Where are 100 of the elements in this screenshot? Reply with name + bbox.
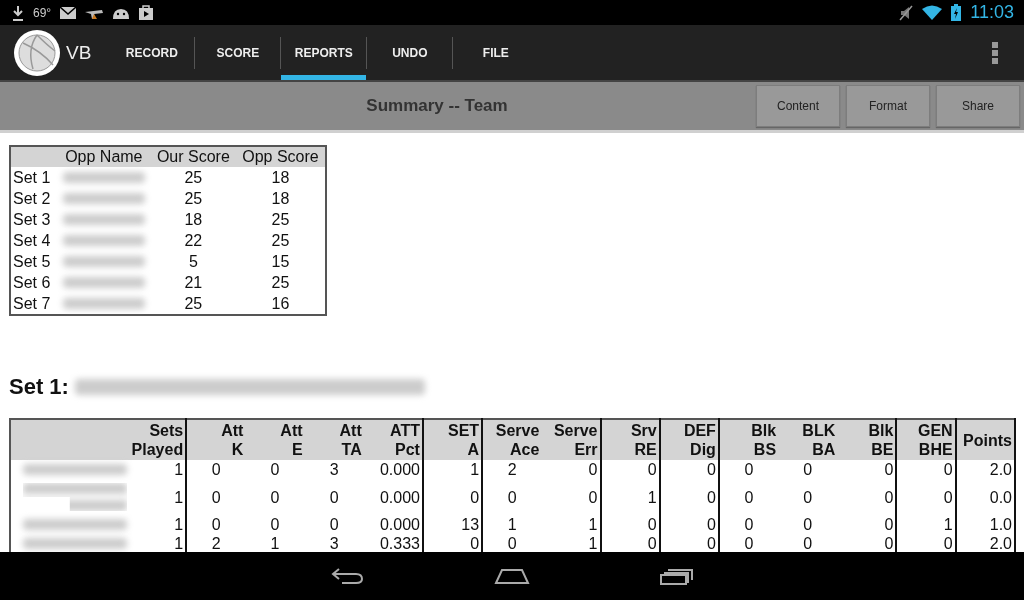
table-cell: 1 [127, 515, 187, 534]
table-cell: 2 [186, 534, 246, 552]
column-header: Att K [186, 419, 246, 460]
android-icon [112, 6, 131, 19]
table-cell: 1 [127, 460, 187, 479]
table-cell: Set 5 [10, 251, 57, 272]
tab[interactable]: RECORD [109, 25, 195, 80]
column-header: Serve Ace [482, 419, 542, 460]
table-cell-text: 0 [802, 487, 814, 508]
table-cell: 0 [837, 515, 897, 534]
column-header: Att E [245, 419, 305, 460]
table-cell-text: 18 [183, 210, 204, 230]
app-name: VB [66, 41, 92, 64]
tab[interactable]: UNDO [367, 25, 453, 80]
clock-time: 11:03 [970, 2, 1014, 23]
section-heading: Set 1: [9, 374, 69, 400]
table-cell: 15 [235, 251, 326, 272]
table-cell: 0 [896, 479, 956, 515]
column-header: SET A [422, 419, 483, 460]
table-cell: 0 [659, 515, 719, 534]
page-title: Summary -- Team [365, 96, 509, 116]
home-icon[interactable] [494, 567, 530, 585]
table-cell: 0 [541, 479, 601, 515]
table-cell: 0.000 [363, 479, 423, 515]
table-cell: 25 [235, 230, 326, 251]
column-header: Sets Played [127, 419, 187, 460]
column-header: DEF Dig [659, 419, 719, 460]
table-cell: 0 [659, 479, 719, 515]
table-cell-text: 0 [328, 515, 340, 534]
column-header: Blk BS [718, 419, 779, 460]
table-cell: 2 [482, 460, 542, 479]
recent-apps-icon[interactable] [660, 567, 694, 585]
table-cell: 13 [422, 515, 483, 534]
tab[interactable]: FILE [453, 25, 539, 80]
table-cell: 1 [127, 479, 187, 515]
back-icon[interactable] [330, 567, 364, 585]
table-cell: Set 1 [10, 167, 57, 188]
table-cell: 0 [718, 534, 779, 552]
column-header: Opp Name [56, 146, 151, 167]
table-cell: 0 [718, 460, 779, 479]
table-cell-text: 0 [269, 487, 281, 508]
table-cell: 0 [186, 479, 246, 515]
temperature-text: 69° [33, 5, 52, 20]
table-cell: 0 [896, 460, 956, 479]
table-cell: 0 [778, 460, 838, 479]
table-cell: 0 [186, 515, 246, 534]
table-cell: 1 [422, 460, 483, 479]
table-cell: 0 [186, 460, 246, 479]
table-cell: Set 2 [10, 188, 57, 209]
toolbar-button[interactable]: Content [756, 85, 840, 127]
table-cell: 25 [235, 209, 326, 230]
table-cell: 18 [235, 167, 326, 188]
table-cell: Set 4 [10, 230, 57, 251]
table-cell: 0 [482, 534, 542, 552]
table-cell: 0 [600, 515, 660, 534]
battery-icon [951, 4, 962, 21]
table-cell: 18 [235, 188, 326, 209]
table-cell-text: 0 [269, 515, 281, 534]
volleyball-icon [13, 28, 61, 77]
table-cell: 0 [541, 460, 601, 479]
mail-icon [60, 6, 77, 19]
table-cell: 0 [600, 460, 660, 479]
table-cell: 0.000 [363, 515, 423, 534]
table-cell: 0 [837, 479, 897, 515]
toolbar-button[interactable]: Format [846, 85, 930, 127]
toolbar-button[interactable]: Share [936, 85, 1020, 127]
table-cell: 0 [718, 479, 779, 515]
column-header: GEN BHE [896, 419, 956, 460]
shopping-bag-icon [139, 5, 154, 20]
table-cell: 1.0 [955, 515, 1015, 534]
table-cell: 0 [659, 460, 719, 479]
table-cell: 3 [304, 460, 364, 479]
column-header: ATT Pct [363, 419, 423, 460]
overflow-menu-icon[interactable] [992, 41, 998, 64]
table-cell-text: 0 [328, 487, 340, 508]
table-cell-text: 5 [187, 252, 199, 272]
table-cell: 0 [245, 460, 305, 479]
table-cell-text: 0 [802, 534, 814, 552]
table-cell: Set 3 [10, 209, 57, 230]
column-header: Att TA [304, 419, 364, 460]
table-cell-text: 22 [183, 231, 204, 251]
column-header: Srv RE [600, 419, 660, 460]
table-cell: 0.0 [955, 479, 1015, 515]
table-cell: 0 [718, 515, 779, 534]
table-cell-text: 0 [802, 515, 814, 534]
download-icon [12, 4, 24, 21]
column-header: Blk BE [837, 419, 897, 460]
table-cell: 0 [422, 479, 483, 515]
table-cell: 16 [235, 293, 326, 315]
table-cell: 2.0 [955, 460, 1015, 479]
table-cell: 0 [837, 460, 897, 479]
tab[interactable]: SCORE [195, 25, 281, 80]
column-header: Serve Err [541, 419, 601, 460]
table-cell: 25 [150, 293, 236, 315]
table-cell: 25 [235, 272, 326, 293]
muted-speaker-icon [899, 4, 914, 21]
table-cell: 1 [896, 515, 956, 534]
column-header: Opp Score [235, 146, 326, 167]
table-cell-text: 25 [183, 189, 204, 209]
column-header: Points [955, 419, 1015, 460]
